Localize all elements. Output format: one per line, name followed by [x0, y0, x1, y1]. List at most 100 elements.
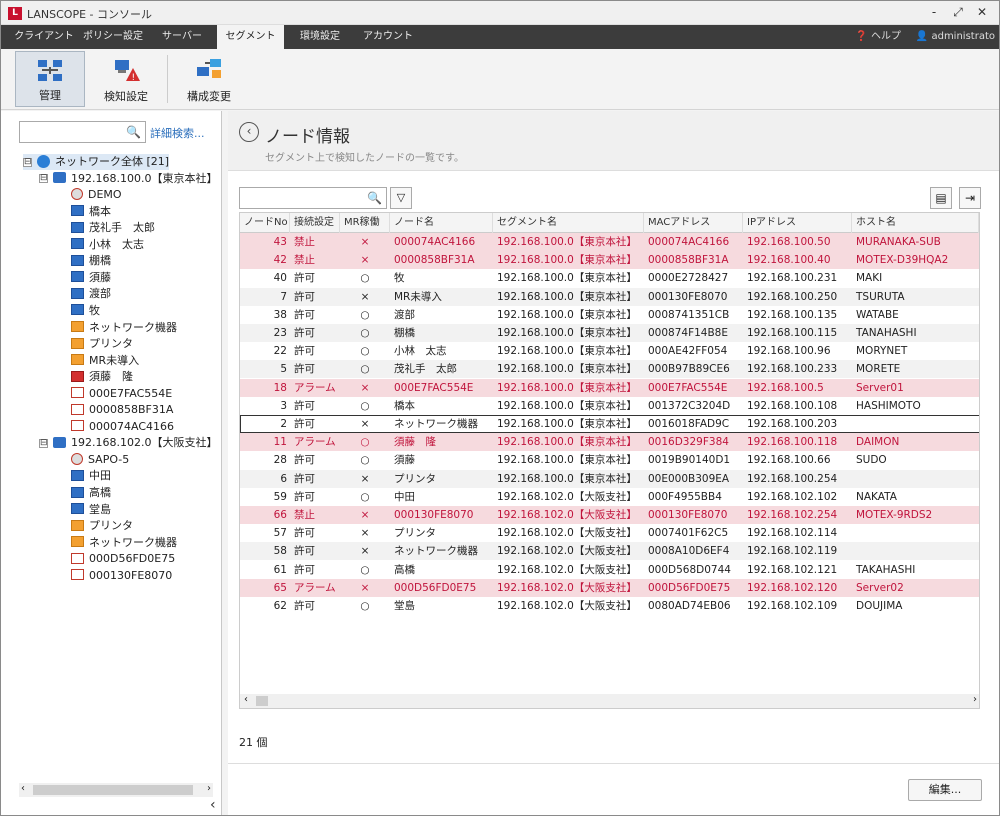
tree-node[interactable]: 小林 太志: [71, 237, 144, 253]
edit-button[interactable]: 編集...: [908, 779, 982, 801]
tree-node[interactable]: 牧: [71, 303, 100, 319]
tree-node[interactable]: ネットワーク機器: [71, 535, 177, 551]
tree-node[interactable]: ネットワーク機器: [71, 320, 177, 336]
detection-settings-button[interactable]: ! 検知設定: [91, 51, 161, 107]
table-row[interactable]: 61 許可 ○ 高橋 192.168.102.0【大阪支社】 000D568D0744 19…: [240, 561, 979, 579]
tree-node[interactable]: 0000858BF31A: [71, 402, 173, 418]
tree-horizontal-scrollbar[interactable]: ‹ ›: [19, 783, 213, 797]
search-icon[interactable]: 🔍: [126, 125, 141, 139]
table-row[interactable]: 7 許可 × MR未導入 192.168.100.0【東京本社】 000130FE8070…: [240, 287, 979, 306]
scroll-thumb[interactable]: [256, 696, 268, 706]
tree-node[interactable]: 000D56FD0E75: [71, 551, 175, 567]
table-row[interactable]: 23 許可 ○ 棚橋 192.168.100.0【東京本社】 000874F14B8E 19…: [240, 324, 979, 342]
tab-segment[interactable]: セグメント: [217, 25, 284, 49]
tree-node[interactable]: 須藤: [71, 270, 111, 286]
table-row[interactable]: 6 許可 × プリンタ 192.168.100.0【東京本社】 00E000B309EA 1…: [240, 469, 979, 488]
table-row[interactable]: 2 許可 × ネットワーク機器 192.168.100.0【東京本社】 0016018FA…: [240, 415, 979, 433]
table-row[interactable]: 43 禁止 × 000074AC4166 192.168.100.0【東京本社】 0000…: [240, 233, 979, 251]
table-row[interactable]: 42 禁止 × 0000858BF31A 192.168.100.0【東京本社】 0000…: [240, 251, 979, 270]
table-cell-name: 000D56FD0E75: [394, 581, 477, 594]
minimize-button[interactable]: -: [923, 4, 945, 22]
tree-node[interactable]: DEMO: [71, 187, 122, 203]
scroll-left-arrow-icon[interactable]: ‹: [244, 694, 248, 705]
column-header[interactable]: IPアドレス: [743, 213, 852, 233]
table-row[interactable]: 22 許可 ○ 小林 太志 192.168.100.0【東京本社】 000AE42FF05…: [240, 342, 979, 360]
back-icon[interactable]: ‹: [239, 122, 259, 142]
tree-node[interactable]: 棚橋: [71, 253, 111, 269]
table-cell-mac: 0080AD74EB06: [648, 600, 731, 612]
tree-node[interactable]: ⊟ 192.168.102.0【大阪支社】: [39, 435, 217, 451]
advanced-search-link[interactable]: 詳細検索...: [150, 125, 205, 141]
collapse-panel-icon[interactable]: ‹: [210, 797, 216, 813]
tree-node[interactable]: 堂島: [71, 502, 111, 518]
tab-account[interactable]: アカウント: [355, 25, 421, 49]
search-icon[interactable]: 🔍: [367, 191, 382, 205]
table-row[interactable]: 5 許可 ○ 茂礼手 太郎 192.168.100.0【東京本社】 000B97B89CE…: [240, 360, 979, 379]
tree-expander-icon[interactable]: ⊟: [39, 174, 48, 184]
detection-icon: !: [115, 60, 140, 83]
tree-node[interactable]: 須藤 隆: [71, 369, 133, 385]
page-subtitle: セグメント上で検知したノードの一覧です。: [265, 153, 464, 164]
column-header[interactable]: 接続設定: [290, 213, 340, 233]
tree-node[interactable]: MR未導入: [71, 353, 139, 369]
column-header[interactable]: ノード名: [390, 213, 493, 233]
export-icon[interactable]: ⇥: [959, 187, 981, 209]
scroll-right-arrow-icon[interactable]: ›: [973, 694, 977, 705]
tree-node[interactable]: プリンタ: [71, 336, 133, 352]
node-search-input[interactable]: 🔍: [239, 187, 387, 209]
table-row[interactable]: 38 許可 ○ 渡部 192.168.100.0【東京本社】 0008741351CB 19…: [240, 306, 979, 324]
table-row[interactable]: 11 アラーム ○ 須藤 隆 192.168.100.0【東京本社】 0016D329F3…: [240, 433, 979, 452]
tab-environment[interactable]: 環境設定: [287, 25, 353, 49]
tab-server[interactable]: サーバー: [149, 25, 215, 49]
tree-node[interactable]: SAPO-5: [71, 452, 129, 468]
tree-node[interactable]: プリンタ: [71, 518, 133, 534]
table-row[interactable]: 58 許可 × ネットワーク機器 192.168.102.0【大阪支社】 0008A10D…: [240, 542, 979, 561]
close-button[interactable]: ✕: [971, 4, 993, 22]
tree-node-label: 000130FE8070: [89, 568, 173, 582]
tree-node[interactable]: 高橋: [71, 485, 111, 501]
column-header[interactable]: セグメント名: [493, 213, 644, 233]
table-row[interactable]: 28 許可 ○ 須藤 192.168.100.0【東京本社】 0019B90140D1 19…: [240, 451, 979, 469]
tree-node[interactable]: 橋本: [71, 204, 111, 220]
tree-node[interactable]: 渡部: [71, 286, 111, 302]
filter-icon[interactable]: ▽: [390, 187, 412, 209]
scroll-thumb[interactable]: [33, 785, 193, 795]
table-cell-name: 茂礼手 太郎: [394, 363, 457, 376]
table-row[interactable]: 3 許可 ○ 橋本 192.168.100.0【東京本社】 001372C3204D 192…: [240, 397, 979, 415]
tree-node[interactable]: ⊟ ネットワーク全体 [21]: [23, 154, 170, 170]
column-header[interactable]: ホスト名: [852, 213, 979, 233]
config-change-button[interactable]: 構成変更: [173, 51, 245, 107]
table-row[interactable]: 40 許可 ○ 牧 192.168.100.0【東京本社】 0000E2728427 192…: [240, 269, 979, 287]
help-link[interactable]: ❓ ヘルプ: [855, 25, 901, 49]
scroll-right-arrow-icon[interactable]: ›: [207, 783, 211, 794]
table-row[interactable]: 65 アラーム × 000D56FD0E75 192.168.102.0【大阪支社】 00…: [240, 578, 979, 597]
table-row[interactable]: 62 許可 ○ 堂島 192.168.102.0【大阪支社】 0080AD74EB06 19…: [240, 597, 979, 615]
tree-node[interactable]: 000130FE8070: [71, 568, 172, 584]
table-cell-host: MURANAKA-SUB: [856, 236, 941, 248]
tab-client[interactable]: クライアント: [9, 25, 79, 49]
manage-button[interactable]: 管理: [15, 51, 85, 107]
column-header[interactable]: ノードNo: [240, 213, 290, 233]
tree-node[interactable]: 000074AC4166: [71, 419, 174, 435]
table-row[interactable]: 18 アラーム × 000E7FAC554E 192.168.100.0【東京本社】 00…: [240, 378, 979, 397]
tree-node[interactable]: 茂礼手 太郎: [71, 220, 155, 236]
table-row[interactable]: 66 禁止 × 000130FE8070 192.168.102.0【大阪支社】 0001…: [240, 506, 979, 524]
tree-node[interactable]: ⊟ 192.168.100.0【東京本社】: [39, 171, 217, 187]
table-cell-name: 橋本: [394, 399, 415, 412]
maximize-button[interactable]: ⤢: [947, 4, 969, 22]
node-table: ノードNo 接続設定 MR稼働 ノード名 セグメント名 MACアドレス IPアドレス ホスト名…: [239, 212, 980, 709]
scroll-left-arrow-icon[interactable]: ‹: [21, 783, 25, 794]
user-menu[interactable]: 👤 administrato: [916, 25, 995, 49]
table-horizontal-scrollbar[interactable]: ‹ ›: [240, 694, 979, 708]
tree-node[interactable]: 中田: [71, 468, 111, 484]
column-header[interactable]: MR稼働: [340, 213, 390, 233]
table-row[interactable]: 57 許可 × プリンタ 192.168.102.0【大阪支社】 0007401F62C5…: [240, 524, 979, 542]
tree-expander-icon[interactable]: ⊟: [23, 157, 32, 167]
column-settings-icon[interactable]: ▤: [930, 187, 952, 209]
column-header[interactable]: MACアドレス: [644, 213, 743, 233]
tree-expander-icon[interactable]: ⊟: [39, 438, 48, 448]
tab-policy[interactable]: ポリシー設定: [79, 25, 147, 49]
tree-search-input[interactable]: 🔍: [19, 121, 146, 143]
tree-node[interactable]: 000E7FAC554E: [71, 386, 172, 402]
table-row[interactable]: 59 許可 ○ 中田 192.168.102.0【大阪支社】 000F4955BB4 192…: [240, 488, 979, 506]
